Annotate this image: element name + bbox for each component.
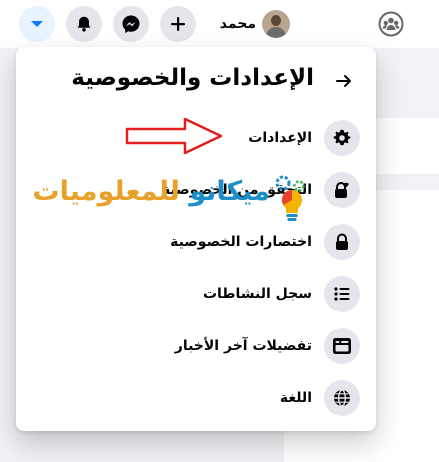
watermark: ميكانو للمعلوميات <box>32 174 314 226</box>
watermark-text: ميكانو للمعلوميات <box>32 176 270 207</box>
arrow-icon <box>336 75 351 87</box>
avatar <box>262 10 290 38</box>
watermark-part2: للمعلوميات <box>32 176 180 207</box>
profile-button[interactable]: محمد <box>214 6 290 42</box>
gear-icon <box>333 129 351 146</box>
list-icon <box>334 287 350 301</box>
bell-icon <box>77 16 91 32</box>
globe-icon <box>334 389 350 407</box>
menu-item-language[interactable]: اللغة <box>24 374 368 422</box>
menu-item-label: تفضيلات آخر الأخبار <box>174 338 312 354</box>
menu-item-activity-log[interactable]: سجل النشاطات <box>24 270 368 318</box>
menu-header: الإعدادات والخصوصية <box>16 61 376 101</box>
lock-icon <box>336 233 348 250</box>
chevron-down-icon <box>31 21 43 27</box>
notifications-button[interactable] <box>66 6 102 42</box>
menu-title: الإعدادات والخصوصية <box>71 65 314 91</box>
create-button[interactable] <box>160 6 196 42</box>
menu-item-label: اختصارات الخصوصية <box>170 234 312 250</box>
plus-icon <box>171 17 185 31</box>
menu-item-label: اللغة <box>279 390 312 406</box>
menu-item-news-feed-preferences[interactable]: تفضيلات آخر الأخبار <box>24 322 368 370</box>
lock-heart-icon <box>335 182 349 198</box>
lightbulb-gear-logo <box>275 175 305 221</box>
feed-icon <box>333 338 351 354</box>
top-navigation-bar: محمد <box>0 0 439 48</box>
red-arrow-annotation <box>125 117 223 155</box>
menu-item-label: الإعدادات <box>248 130 312 146</box>
watermark-part1: ميكانو <box>189 176 270 207</box>
profile-name: محمد <box>219 16 256 32</box>
settings-privacy-menu: الإعدادات والخصوصية الإعدادات التحقق من … <box>16 47 376 431</box>
account-menu-button[interactable] <box>19 6 55 42</box>
groups-icon <box>378 11 404 37</box>
back-button[interactable] <box>332 69 356 93</box>
messenger-button[interactable] <box>113 6 149 42</box>
groups-button[interactable] <box>373 6 409 42</box>
menu-item-label: سجل النشاطات <box>202 286 312 302</box>
messenger-icon <box>122 15 140 33</box>
